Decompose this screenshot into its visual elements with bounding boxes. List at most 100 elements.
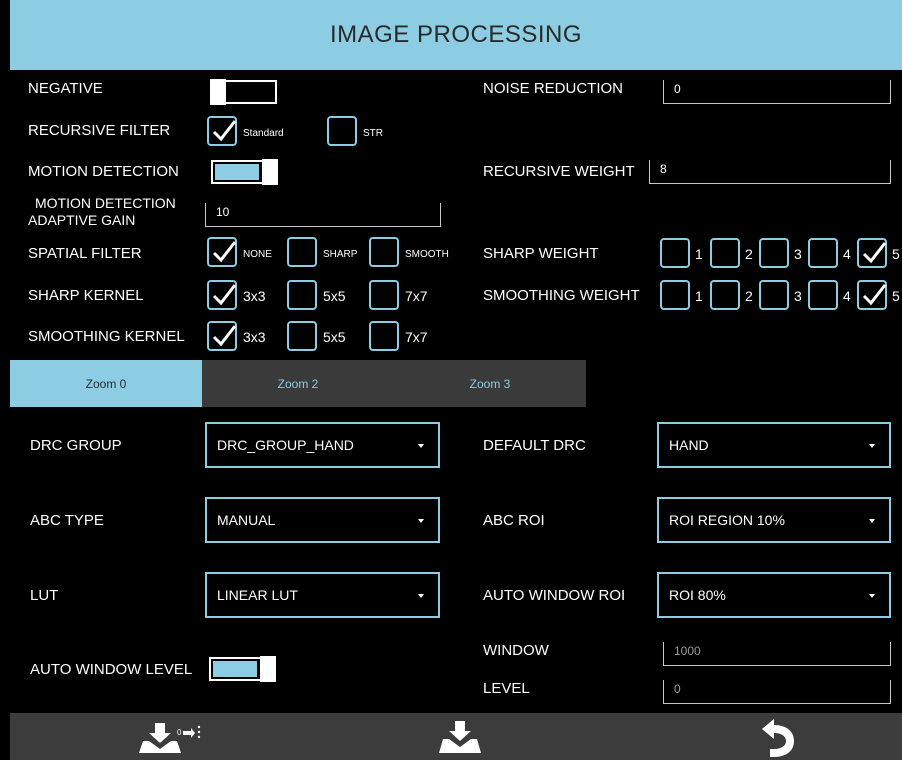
save-with-options-button[interactable]: 0 [120, 713, 220, 760]
smoothing-weight-3-label: 3 [794, 288, 802, 304]
noise-reduction-input[interactable]: 0 [663, 80, 891, 104]
lut-dropdown[interactable]: LINEAR LUT [205, 572, 440, 618]
auto-window-roi-dropdown[interactable]: ROI 80% [657, 572, 891, 618]
smoothing-weight-5-checkbox[interactable] [857, 280, 887, 310]
auto-window-roi-label: AUTO WINDOW ROI [483, 587, 626, 604]
smoothing-weight-1-checkbox[interactable] [660, 280, 690, 310]
auto-window-level-label: AUTO WINDOW LEVEL [30, 661, 193, 678]
level-value: 0 [674, 682, 681, 696]
tab-zoom-0[interactable]: Zoom 0 [10, 360, 202, 407]
save-icon [439, 720, 481, 753]
footer-toolbar: 0 [10, 713, 902, 760]
sharp-weight-3-label: 3 [794, 246, 802, 262]
spatial-smooth-checkbox[interactable] [369, 237, 399, 267]
abc-roi-label: ABC ROI [483, 512, 545, 529]
smoothing-weight-2-label: 2 [745, 288, 753, 304]
chevron-down-icon [418, 519, 424, 523]
tab-zoom-2[interactable]: Zoom 2 [202, 360, 394, 407]
window-label: WINDOW [483, 642, 549, 659]
sharp-kernel-3x3-checkbox[interactable] [207, 280, 237, 310]
smoothing-weight-4-label: 4 [843, 288, 851, 304]
drc-group-dropdown[interactable]: DRC_GROUP_HAND [205, 422, 440, 468]
sharp-weight-2-label: 2 [745, 246, 753, 262]
recursive-str-checkbox[interactable] [327, 116, 357, 146]
smoothing-kernel-7x7-checkbox[interactable] [369, 321, 399, 351]
check-icon [212, 120, 237, 142]
sharp-weight-1-checkbox[interactable] [660, 238, 690, 268]
negative-toggle[interactable] [210, 79, 277, 105]
chevron-down-icon [418, 594, 424, 598]
smoothing-weight-3-checkbox[interactable] [759, 280, 789, 310]
md-adaptive-gain-label-2: ADAPTIVE GAIN [28, 212, 136, 228]
sharp-kernel-5x5-label: 5x5 [323, 288, 346, 304]
negative-label: NEGATIVE [28, 80, 103, 97]
chevron-down-icon [418, 444, 424, 448]
default-drc-dropdown[interactable]: HAND [657, 422, 891, 468]
smoothing-weight-2-checkbox[interactable] [710, 280, 740, 310]
auto-window-level-toggle[interactable] [209, 656, 276, 682]
sharp-weight-5-checkbox[interactable] [857, 238, 887, 268]
smoothing-weight-1-label: 1 [695, 288, 703, 304]
sharp-weight-2-checkbox[interactable] [710, 238, 740, 268]
motion-detection-toggle[interactable] [211, 159, 278, 185]
abc-roi-value: ROI REGION 10% [669, 512, 785, 528]
smoothing-kernel-3x3-checkbox[interactable] [207, 321, 237, 351]
default-drc-value: HAND [669, 437, 709, 453]
undo-icon [762, 718, 794, 757]
sharp-weight-label: SHARP WEIGHT [483, 245, 599, 262]
check-icon [212, 241, 237, 263]
spatial-filter-label: SPATIAL FILTER [28, 245, 142, 262]
smoothing-weight-4-checkbox[interactable] [808, 280, 838, 310]
md-adaptive-gain-value: 10 [216, 205, 230, 219]
svg-text:0: 0 [177, 728, 182, 737]
recursive-standard-checkbox[interactable] [207, 116, 237, 146]
recursive-filter-label: RECURSIVE FILTER [28, 122, 171, 139]
abc-type-value: MANUAL [217, 512, 276, 528]
page-title: IMAGE PROCESSING [10, 0, 902, 70]
spatial-sharp-checkbox[interactable] [287, 237, 317, 267]
lut-label: LUT [30, 587, 59, 604]
lut-value: LINEAR LUT [217, 587, 298, 603]
chevron-down-icon [869, 444, 875, 448]
smoothing-kernel-7x7-label: 7x7 [405, 329, 428, 345]
check-icon [862, 284, 887, 306]
sharp-weight-3-checkbox[interactable] [759, 238, 789, 268]
smoothing-weight-label: SMOOTHING WEIGHT [483, 287, 640, 304]
spatial-sharp-label: SHARP [323, 249, 358, 260]
smoothing-kernel-label: SMOOTHING KERNEL [28, 328, 185, 345]
sharp-kernel-5x5-checkbox[interactable] [287, 280, 317, 310]
abc-roi-dropdown[interactable]: ROI REGION 10% [657, 497, 891, 543]
sharp-weight-4-checkbox[interactable] [808, 238, 838, 268]
undo-button[interactable] [735, 713, 815, 760]
save-with-options-icon: 0 [139, 722, 201, 753]
chevron-down-icon [869, 519, 875, 523]
motion-detection-label: MOTION DETECTION [28, 163, 179, 180]
sharp-kernel-label: SHARP KERNEL [28, 287, 144, 304]
check-icon [212, 284, 237, 306]
spatial-none-label: NONE [243, 249, 272, 260]
noise-reduction-value: 0 [674, 82, 681, 96]
sharp-kernel-7x7-label: 7x7 [405, 288, 428, 304]
sharp-weight-4-label: 4 [843, 246, 851, 262]
auto-window-roi-value: ROI 80% [669, 587, 726, 603]
level-input[interactable]: 0 [663, 680, 891, 704]
recursive-str-label: STR [363, 128, 383, 139]
save-button[interactable] [420, 713, 500, 760]
window-input[interactable]: 1000 [663, 642, 891, 666]
sharp-kernel-7x7-checkbox[interactable] [369, 280, 399, 310]
smoothing-kernel-5x5-checkbox[interactable] [287, 321, 317, 351]
recursive-weight-input[interactable]: 8 [649, 160, 891, 184]
noise-reduction-label: NOISE REDUCTION [483, 80, 624, 97]
tab-zoom-3[interactable]: Zoom 3 [394, 360, 586, 407]
smoothing-kernel-5x5-label: 5x5 [323, 329, 346, 345]
recursive-weight-value: 8 [660, 162, 667, 176]
spatial-none-checkbox[interactable] [207, 237, 237, 267]
chevron-down-icon [869, 594, 875, 598]
sharp-kernel-3x3-label: 3x3 [243, 288, 266, 304]
drc-group-label: DRC GROUP [30, 437, 122, 454]
spatial-smooth-label: SMOOTH [405, 249, 449, 260]
md-adaptive-gain-input[interactable]: 10 [205, 203, 441, 227]
abc-type-dropdown[interactable]: MANUAL [205, 497, 440, 543]
level-label: LEVEL [483, 680, 530, 697]
zoom-tabs: Zoom 0 Zoom 2 Zoom 3 [10, 360, 586, 407]
